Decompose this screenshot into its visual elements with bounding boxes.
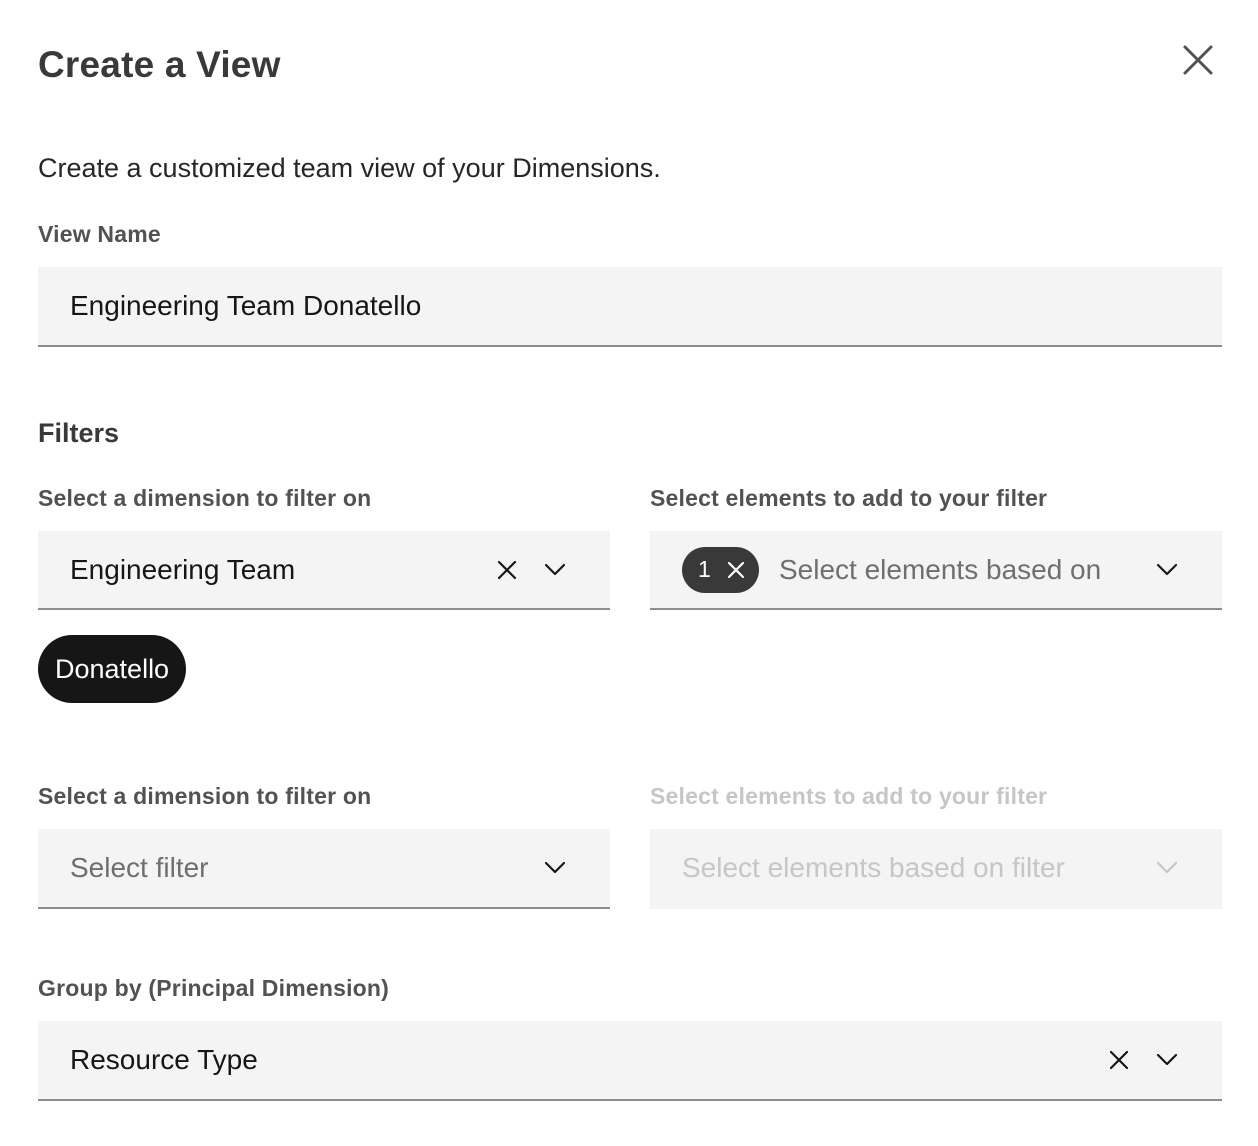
selected-count: 1 [698,556,711,582]
selected-count-tag: 1 [682,546,759,593]
filter-2-elements-placeholder: Select elements based on filter [682,852,1065,883]
modal-description: Create a customized team view of your Di… [38,153,661,183]
filter-1-elements-placeholder: Select elements based on [779,553,1102,585]
group-by-clear-button[interactable] [1102,1043,1136,1077]
group-by-value: Resource Type [70,1044,258,1075]
filter-1-elements-label: Select elements to add to your filter [650,485,1048,511]
filter-2-dimension-label: Select a dimension to filter on [38,783,372,809]
clear-selection-button[interactable] [725,559,747,581]
filter-2-elements-label: Select elements to add to your filter [650,783,1048,809]
filter-1-dimension-label: Select a dimension to filter on [38,485,372,511]
chevron-down-icon [544,563,566,575]
filters-heading: Filters [38,418,120,448]
chevron-down-icon [1156,563,1178,575]
filter-2-elements-dropdown-toggle [1150,851,1184,885]
clear-icon [1109,1050,1129,1070]
group-by-label: Group by (Principal Dimension) [38,975,390,1001]
filter-1-elements-multiselect[interactable]: 1 Select elements based on [650,531,1222,610]
group-by-select[interactable]: Resource Type [38,1021,1222,1101]
view-name-label: View Name [38,221,161,247]
filter-1-dropdown-toggle[interactable] [538,553,572,587]
chevron-down-icon [544,861,566,874]
close-modal-button[interactable] [1176,38,1220,82]
modal-title: Create a View [38,44,281,85]
create-view-modal: Create a View Create a customized team v… [0,0,1258,1146]
group-by-dropdown-toggle[interactable] [1150,1043,1184,1077]
filter-2-dimension-select[interactable]: Select filter [38,829,610,909]
filter-1-elements-dropdown-toggle[interactable] [1150,553,1184,587]
selected-element-label: Donatello [55,653,170,684]
filter-2-elements-multiselect: Select elements based on filter [650,829,1222,909]
filter-1-dimension-select[interactable]: Engineering Team [38,531,610,610]
filter-1-clear-button[interactable] [490,553,524,587]
view-name-input[interactable]: Engineering Team Donatello [38,267,1222,347]
chevron-down-icon [1156,861,1178,874]
view-name-value: Engineering Team Donatello [70,290,422,321]
clear-icon [727,561,744,578]
clear-icon [497,560,517,579]
filter-1-dimension-value: Engineering Team [70,553,296,585]
selected-element-pill[interactable]: Donatello [38,635,187,703]
filter-2-dimension-placeholder: Select filter [70,852,209,883]
close-icon [1183,45,1213,75]
chevron-down-icon [1156,1053,1178,1066]
filter-2-dropdown-toggle[interactable] [538,851,572,885]
